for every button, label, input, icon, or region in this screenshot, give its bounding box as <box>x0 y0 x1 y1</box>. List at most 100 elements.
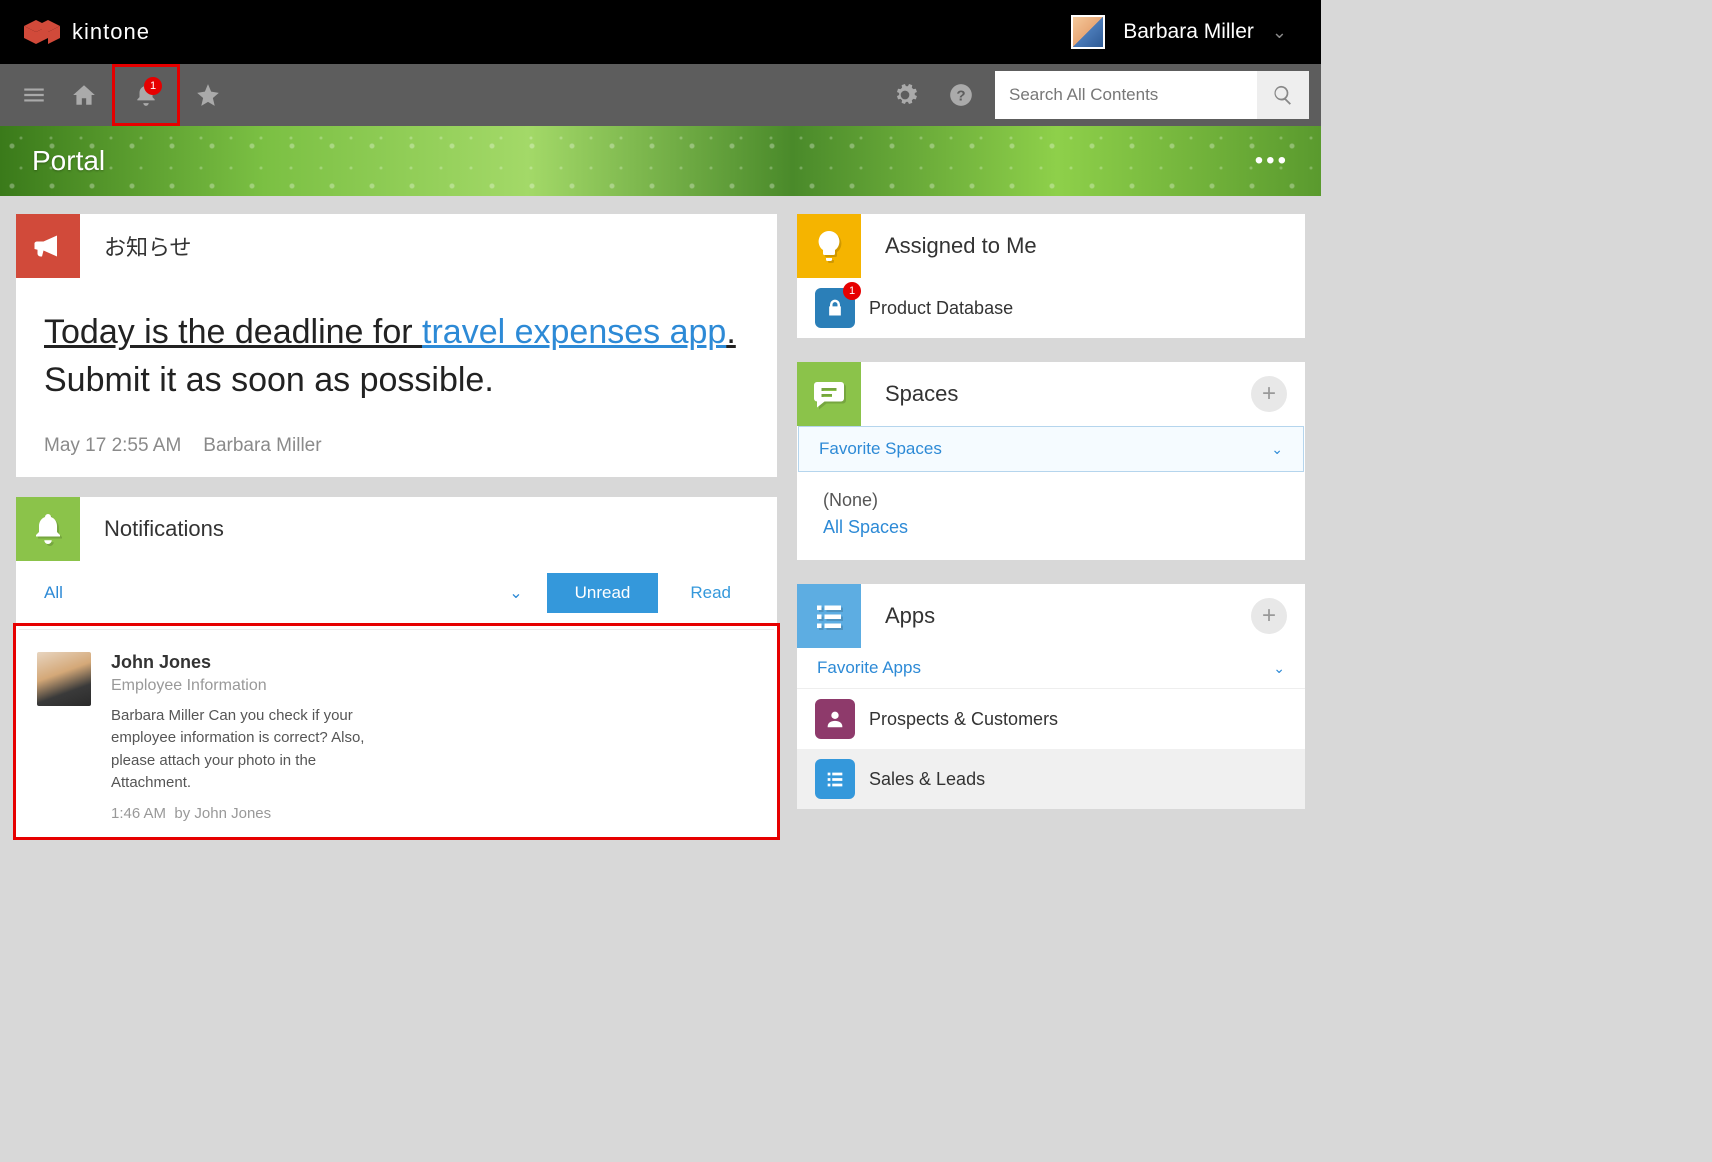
notifications-title: Notifications <box>80 516 777 542</box>
spaces-title: Spaces <box>861 381 1251 407</box>
add-space-button[interactable]: + <box>1251 376 1287 412</box>
notification-sender: John Jones <box>111 652 379 673</box>
right-column: Assigned to Me 1 Product Database Spaces… <box>797 214 1305 809</box>
home-icon <box>71 82 97 108</box>
apps-widget: Apps + Favorite Apps ⌄ Prospects & Custo… <box>797 584 1305 809</box>
brand[interactable]: kintone <box>24 18 150 46</box>
assigned-header: Assigned to Me <box>797 214 1305 278</box>
megaphone-icon <box>16 214 80 278</box>
list-icon <box>824 768 846 790</box>
spaces-header: Spaces + <box>797 362 1305 426</box>
announcement-subline: Submit it as soon as possible. <box>44 361 749 400</box>
search-button[interactable] <box>1257 71 1309 119</box>
app-icon <box>815 759 855 799</box>
bell-badge: 1 <box>144 77 162 95</box>
dropdown-label: Favorite Apps <box>817 658 921 678</box>
apps-header: Apps + <box>797 584 1305 648</box>
spaces-body: (None) All Spaces <box>797 472 1305 560</box>
travel-expenses-link[interactable]: travel expenses app <box>422 313 726 351</box>
all-spaces-link[interactable]: All Spaces <box>823 517 1279 538</box>
chevron-down-icon: ⌄ <box>1273 660 1285 677</box>
notification-item[interactable]: John Jones Employee Information Barbara … <box>19 629 774 834</box>
search-input[interactable] <box>995 71 1257 119</box>
assigned-widget: Assigned to Me 1 Product Database <box>797 214 1305 338</box>
chevron-down-icon: ⌄ <box>1271 441 1283 458</box>
help-button[interactable]: ? <box>939 73 983 117</box>
main: お知らせ Today is the deadline for travel ex… <box>0 196 1321 858</box>
search-icon <box>1272 84 1294 106</box>
announcement-widget: お知らせ Today is the deadline for travel ex… <box>16 214 777 477</box>
notifications-widget: Notifications All ⌄ Unread Read John Jon… <box>16 497 777 840</box>
menu-button[interactable] <box>12 73 56 117</box>
filter-read-tab[interactable]: Read <box>668 573 753 613</box>
add-app-button[interactable]: + <box>1251 598 1287 634</box>
person-icon <box>824 708 846 730</box>
user-name: Barbara Miller <box>1123 20 1254 44</box>
avatar <box>1071 15 1105 49</box>
chevron-down-icon: ⌄ <box>1272 22 1287 43</box>
headline-suffix: . <box>726 313 735 351</box>
user-menu[interactable]: Barbara Miller ⌄ <box>1071 15 1297 49</box>
app-icon <box>815 699 855 739</box>
app-icon: 1 <box>815 288 855 328</box>
assigned-item-label: Product Database <box>869 298 1013 319</box>
notification-content: John Jones Employee Information Barbara … <box>111 652 379 822</box>
announcement-header: お知らせ <box>16 214 777 278</box>
speech-bubble-icon <box>797 362 861 426</box>
notification-text: Barbara Miller Can you check if your emp… <box>111 705 379 795</box>
assigned-item-product-database[interactable]: 1 Product Database <box>797 278 1305 338</box>
topbar: kintone Barbara Miller ⌄ <box>0 0 1321 64</box>
hamburger-icon <box>21 82 47 108</box>
settings-button[interactable] <box>883 73 927 117</box>
notification-item-highlighted: John Jones Employee Information Barbara … <box>13 623 780 840</box>
nav-right: ? <box>883 71 1309 119</box>
notification-source: Employee Information <box>111 677 379 695</box>
announcement-timestamp: May 17 2:55 AM <box>44 435 181 457</box>
announcement-title: お知らせ <box>80 230 777 262</box>
filter-unread-tab[interactable]: Unread <box>547 573 659 613</box>
app-item-sales[interactable]: Sales & Leads <box>797 749 1305 809</box>
left-column: お知らせ Today is the deadline for travel ex… <box>16 214 777 840</box>
svg-text:?: ? <box>956 87 965 104</box>
avatar <box>37 652 91 706</box>
page-title: Portal <box>32 145 105 177</box>
app-item-label: Sales & Leads <box>869 769 985 790</box>
favorite-spaces-dropdown[interactable]: Favorite Spaces ⌄ <box>798 426 1304 472</box>
announcement-author: Barbara Miller <box>203 435 321 457</box>
brand-name: kintone <box>72 19 150 45</box>
chevron-down-icon[interactable]: ⌄ <box>509 583 522 603</box>
favorite-apps-dropdown[interactable]: Favorite Apps ⌄ <box>797 648 1305 689</box>
banner-more-button[interactable]: ••• <box>1255 147 1289 175</box>
announcement-body: Today is the deadline for travel expense… <box>16 278 777 400</box>
app-item-label: Prospects & Customers <box>869 709 1058 730</box>
spaces-none: (None) <box>823 490 1279 511</box>
notification-time: 1:46 AM by John Jones <box>111 805 379 822</box>
assigned-title: Assigned to Me <box>861 233 1305 259</box>
portal-banner: Portal ••• <box>0 126 1321 196</box>
headline-prefix: Today is the deadline for <box>44 313 422 351</box>
search <box>995 71 1309 119</box>
announcement-headline: Today is the deadline for travel expense… <box>44 306 749 359</box>
kintone-logo-icon <box>24 18 60 46</box>
spaces-widget: Spaces + Favorite Spaces ⌄ (None) All Sp… <box>797 362 1305 560</box>
app-item-prospects[interactable]: Prospects & Customers <box>797 689 1305 749</box>
notifications-button-highlighted[interactable]: 1 <box>112 64 180 126</box>
dropdown-label: Favorite Spaces <box>819 439 942 459</box>
gear-icon <box>892 82 918 108</box>
lightbulb-icon <box>797 214 861 278</box>
announcement-meta: May 17 2:55 AM Barbara Miller <box>16 400 777 477</box>
nav-left: 1 <box>12 64 230 126</box>
list-widget-icon <box>797 584 861 648</box>
lock-icon <box>825 298 845 318</box>
apps-title: Apps <box>861 603 1251 629</box>
bell-widget-icon <box>16 497 80 561</box>
app-badge: 1 <box>843 282 861 300</box>
navbar: 1 ? <box>0 64 1321 126</box>
favorites-button[interactable] <box>186 73 230 117</box>
home-button[interactable] <box>62 73 106 117</box>
filter-all[interactable]: All <box>44 583 499 603</box>
help-icon: ? <box>948 82 974 108</box>
star-icon <box>195 82 221 108</box>
notifications-filter-bar: All ⌄ Unread Read <box>16 561 777 623</box>
notifications-header: Notifications <box>16 497 777 561</box>
